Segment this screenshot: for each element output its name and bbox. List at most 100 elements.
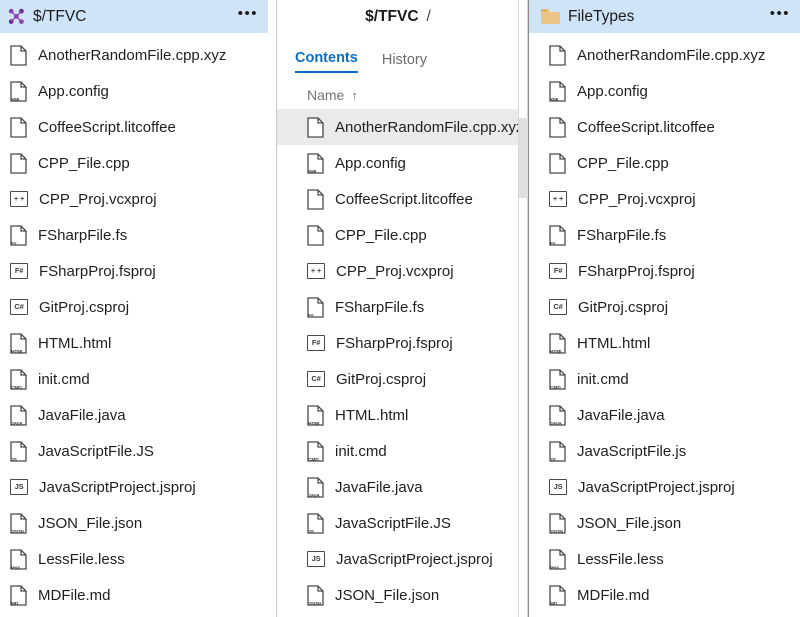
file-cpp-icon <box>549 152 566 174</box>
tfvc-panel-title: $/TFVC <box>33 7 87 25</box>
file-list-item[interactable]: less LessFile.less <box>529 541 800 577</box>
file-js-icon: JS <box>307 512 324 534</box>
file-list-item[interactable]: XML App.config <box>529 73 800 109</box>
file-name-label: JSON_File.json <box>335 586 440 604</box>
file-list-item[interactable]: JAVA JavaFile.java <box>529 397 800 433</box>
file-name-label: JavaScriptFile.JS <box>38 442 154 460</box>
file-list-item[interactable]: C# GitProj.csproj <box>529 289 800 325</box>
filetypes-file-list: AnotherRandomFile.cpp.xyz XML App.config Co… <box>529 33 800 613</box>
tfvc-panel-more-menu-button[interactable]: ••• <box>238 6 258 25</box>
file-cpp-icon <box>307 224 324 246</box>
file-list-item[interactable]: HTML HTML.html <box>0 325 268 361</box>
file-name-label: JavaFile.java <box>335 478 423 496</box>
file-list-item[interactable]: + + CPP_Proj.vcxproj <box>529 181 800 217</box>
file-list-item[interactable]: JAVA JavaFile.java <box>277 469 519 505</box>
file-name-label: GitProj.csproj <box>39 298 130 316</box>
file-list-item[interactable]: C# GitProj.csproj <box>0 289 268 325</box>
file-list-item[interactable]: F# FSharpProj.fsproj <box>277 325 519 361</box>
file-name-label: JSON_File.json <box>38 514 143 532</box>
file-name-label: FSharpFile.fs <box>577 226 667 244</box>
file-js-icon: JS <box>10 440 27 462</box>
tfvc-icon <box>8 8 25 25</box>
file-list-item[interactable]: CMD init.cmd <box>277 433 519 469</box>
tab-history[interactable]: History <box>382 52 427 73</box>
file-name-label: LessFile.less <box>577 550 664 568</box>
file-name-label: AnotherRandomFile.cpp.xyz <box>38 46 227 64</box>
file-list-item[interactable]: C# GitProj.csproj <box>277 361 519 397</box>
file-list-item[interactable]: less LessFile.less <box>0 541 268 577</box>
file-list-item[interactable]: CoffeeScript.litcoffee <box>0 109 268 145</box>
file-java-icon: JAVA <box>549 404 566 426</box>
file-md-icon: MD <box>10 584 27 606</box>
file-name-label: HTML.html <box>577 334 651 352</box>
tab-contents[interactable]: Contents <box>295 50 358 73</box>
proj-csharp-icon: C# <box>307 371 325 387</box>
file-name-label: FSharpProj.fsproj <box>336 334 453 352</box>
file-list-item[interactable]: F# FSharpFile.fs <box>277 289 519 325</box>
file-coffee-icon <box>307 188 324 210</box>
file-name-label: init.cmd <box>577 370 629 388</box>
breadcrumb-root[interactable]: $/TFVC <box>365 8 418 26</box>
file-name-label: JavaScriptFile.js <box>577 442 687 460</box>
file-list-item[interactable]: F# FSharpProj.fsproj <box>0 253 268 289</box>
file-name-label: init.cmd <box>38 370 90 388</box>
filetypes-panel-more-menu-button[interactable]: ••• <box>770 6 790 25</box>
file-name-label: HTML.html <box>335 406 409 424</box>
file-list-item[interactable]: JSON JSON_File.json <box>277 577 519 613</box>
file-list-item[interactable]: F# FSharpProj.fsproj <box>529 253 800 289</box>
file-list-item[interactable]: XML App.config <box>0 73 268 109</box>
file-list-item[interactable]: CPP_File.cpp <box>0 145 268 181</box>
file-list-item[interactable]: JS JavaScriptFile.JS <box>277 505 519 541</box>
proj-js-icon: JS <box>549 479 567 495</box>
file-list-item[interactable]: HTML HTML.html <box>529 325 800 361</box>
proj-cpp-icon: + + <box>549 191 567 207</box>
file-list-item[interactable]: XML App.config <box>277 145 519 181</box>
file-name-label: FSharpProj.fsproj <box>39 262 156 280</box>
file-list-item[interactable]: JS JavaScriptProject.jsproj <box>0 469 268 505</box>
file-list-item[interactable]: JSON JSON_File.json <box>0 505 268 541</box>
file-list-item[interactable]: AnotherRandomFile.cpp.xyz <box>277 109 519 145</box>
file-name-label: CPP_File.cpp <box>38 154 130 172</box>
proj-csharp-icon: C# <box>10 299 28 315</box>
file-list-item[interactable]: JS JavaScriptFile.JS <box>0 433 268 469</box>
file-name-label: CPP_File.cpp <box>335 226 427 244</box>
file-list-item[interactable]: CMD init.cmd <box>0 361 268 397</box>
right-panel-scrollbar[interactable] <box>518 0 529 617</box>
file-name-label: CoffeeScript.litcoffee <box>38 118 176 136</box>
file-list-item[interactable]: + + CPP_Proj.vcxproj <box>0 181 268 217</box>
column-header-name-label: Name <box>307 87 345 103</box>
file-list-item[interactable]: AnotherRandomFile.cpp.xyz <box>0 37 268 73</box>
file-list-item[interactable]: MD MDFile.md <box>0 577 268 613</box>
file-name-label: CoffeeScript.litcoffee <box>335 190 473 208</box>
file-name-label: AnotherRandomFile.cpp.xyz <box>335 118 520 136</box>
file-name-label: HTML.html <box>38 334 112 352</box>
file-name-label: CPP_Proj.vcxproj <box>336 262 454 280</box>
file-coffee-icon <box>549 116 566 138</box>
file-list-item[interactable]: JS JavaScriptFile.js <box>529 433 800 469</box>
proj-cpp-icon: + + <box>307 263 325 279</box>
file-less-icon: less <box>549 548 566 570</box>
file-list-item[interactable]: + + CPP_Proj.vcxproj <box>277 253 519 289</box>
column-header-name[interactable]: Name ↑ <box>277 73 519 109</box>
file-name-label: init.cmd <box>335 442 387 460</box>
file-list-item[interactable]: F# FSharpFile.fs <box>529 217 800 253</box>
file-name-label: App.config <box>577 82 648 100</box>
file-list-item[interactable]: MD MDFile.md <box>529 577 800 613</box>
file-list-item[interactable]: CMD init.cmd <box>529 361 800 397</box>
file-list-item[interactable]: CPP_File.cpp <box>529 145 800 181</box>
file-list-item[interactable]: CoffeeScript.litcoffee <box>529 109 800 145</box>
proj-js-icon: JS <box>307 551 325 567</box>
file-list-item[interactable]: JS JavaScriptProject.jsproj <box>277 541 519 577</box>
file-name-label: JavaFile.java <box>577 406 665 424</box>
file-list-item[interactable]: JAVA JavaFile.java <box>0 397 268 433</box>
file-name-label: App.config <box>335 154 406 172</box>
file-name-label: JavaScriptProject.jsproj <box>336 550 493 568</box>
file-list-item[interactable]: CPP_File.cpp <box>277 217 519 253</box>
file-name-label: FSharpFile.fs <box>38 226 128 244</box>
file-list-item[interactable]: JSON JSON_File.json <box>529 505 800 541</box>
file-list-item[interactable]: AnotherRandomFile.cpp.xyz <box>529 37 800 73</box>
file-list-item[interactable]: CoffeeScript.litcoffee <box>277 181 519 217</box>
file-list-item[interactable]: F# FSharpFile.fs <box>0 217 268 253</box>
file-list-item[interactable]: JS JavaScriptProject.jsproj <box>529 469 800 505</box>
file-list-item[interactable]: HTML HTML.html <box>277 397 519 433</box>
